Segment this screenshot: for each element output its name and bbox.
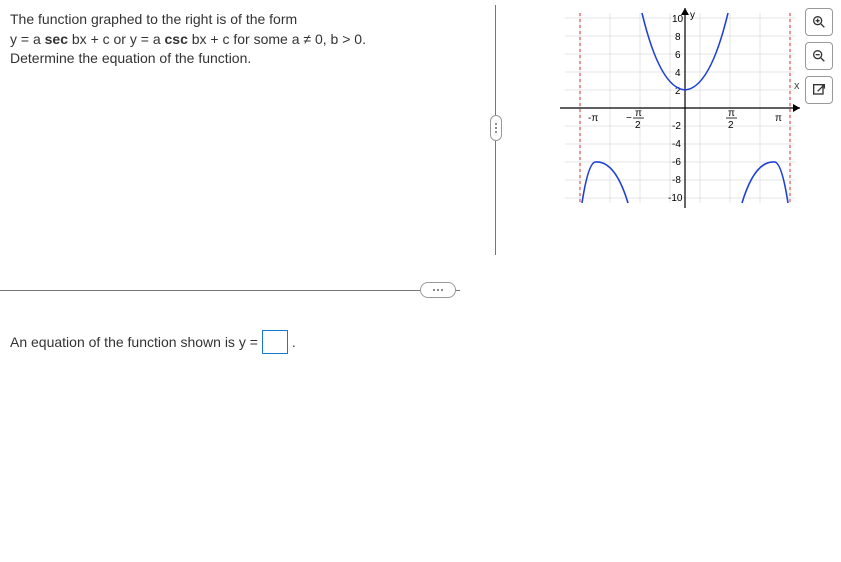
zoom-out-button[interactable] xyxy=(805,42,833,70)
question-line1: The function graphed to the right is of … xyxy=(10,11,297,27)
graph: 10 8 6 4 2 -2 -4 -6 -8 -10 -π π2− π2 π y xyxy=(560,8,800,208)
zoom-in-button[interactable] xyxy=(805,8,833,36)
svg-text:6: 6 xyxy=(675,50,681,61)
x-axis-label: x xyxy=(794,80,800,92)
svg-text:4: 4 xyxy=(675,68,681,79)
svg-text:-4: -4 xyxy=(672,139,681,150)
svg-text:π: π xyxy=(728,108,735,119)
answer-suffix: . xyxy=(292,334,296,350)
question-text: The function graphed to the right is of … xyxy=(10,10,410,69)
svg-text:-2: -2 xyxy=(672,121,681,132)
horizontal-divider xyxy=(0,290,460,291)
svg-text:2: 2 xyxy=(728,120,734,131)
svg-text:−: − xyxy=(626,113,632,124)
open-new-button[interactable] xyxy=(805,76,833,104)
csc-bold: csc xyxy=(165,31,188,47)
svg-text:-10: -10 xyxy=(668,193,683,204)
svg-text:2: 2 xyxy=(635,120,641,131)
open-new-icon xyxy=(811,82,827,98)
question-line3: Determine the equation of the function. xyxy=(10,50,251,66)
x-tick-neg-pi: -π xyxy=(588,113,598,124)
answer-prompt: An equation of the function shown is y = xyxy=(10,334,258,350)
collapse-handle[interactable] xyxy=(490,115,502,141)
graph-tools xyxy=(805,8,835,104)
sec-bold: sec xyxy=(45,31,68,47)
y-axis-label: y xyxy=(690,10,695,21)
zoom-in-icon xyxy=(811,14,827,30)
expand-handle[interactable] xyxy=(420,282,456,298)
svg-text:π: π xyxy=(775,113,782,124)
form-mid: bx + c or y = a xyxy=(68,31,165,47)
form-suffix: bx + c for some a ≠ 0, b > 0. xyxy=(188,31,366,47)
form-y-eq: y = a xyxy=(10,31,45,47)
svg-text:8: 8 xyxy=(675,32,681,43)
zoom-out-icon xyxy=(811,48,827,64)
svg-text:-8: -8 xyxy=(672,175,681,186)
svg-text:-6: -6 xyxy=(672,157,681,168)
svg-text:π: π xyxy=(635,108,642,119)
answer-area: An equation of the function shown is y =… xyxy=(10,330,296,354)
answer-input[interactable] xyxy=(262,330,288,354)
y-tick-10: 10 xyxy=(672,14,684,25)
